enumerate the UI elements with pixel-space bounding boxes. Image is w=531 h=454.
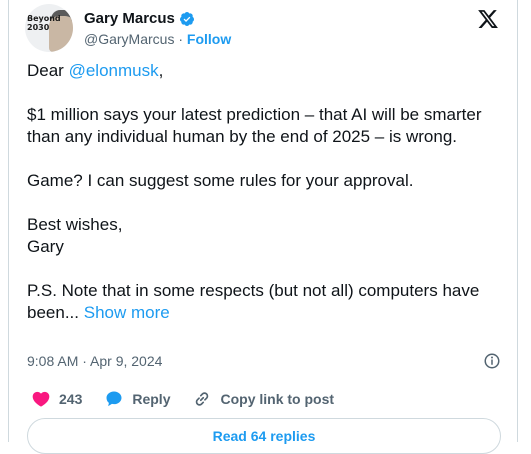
verified-badge-icon xyxy=(179,11,194,26)
timestamp[interactable]: 9:08 AM · Apr 9, 2024 xyxy=(27,353,162,369)
handle-row: @GaryMarcus · Follow xyxy=(84,31,231,47)
author-name[interactable]: Gary Marcus xyxy=(84,10,175,27)
copy-link-button[interactable]: Copy link to post xyxy=(192,389,334,409)
paragraph-1: $1 million says your latest prediction –… xyxy=(27,105,482,146)
greeting-prefix: Dear xyxy=(27,61,69,80)
avatar-text: Beyond 2030 xyxy=(27,14,61,32)
signoff-line-1: Best wishes, xyxy=(27,215,123,234)
x-logo-icon[interactable] xyxy=(477,8,499,30)
follow-button[interactable]: Follow xyxy=(187,31,231,47)
like-button[interactable]: 243 xyxy=(31,389,82,409)
reply-label: Reply xyxy=(132,391,171,407)
author-name-row: Gary Marcus xyxy=(84,10,195,27)
signoff-line-2: Gary xyxy=(27,237,64,256)
action-bar: 243 Reply Copy link to post xyxy=(31,389,356,409)
copy-link-label: Copy link to post xyxy=(220,391,335,407)
greeting-line: Dear @elonmusk, xyxy=(27,60,507,82)
tweet-card: Beyond 2030 Gary Marcus @GaryMarcus · Fo… xyxy=(8,0,518,454)
greeting-suffix: , xyxy=(158,61,164,80)
read-replies-button[interactable]: Read 64 replies xyxy=(27,418,501,454)
author-handle[interactable]: @GaryMarcus xyxy=(84,31,174,47)
paragraph-2: Game? I can suggest some rules for your … xyxy=(27,171,414,190)
heart-icon xyxy=(32,391,50,407)
reply-bubble-icon xyxy=(106,391,122,407)
like-count: 243 xyxy=(59,391,83,407)
tweet-text: Dear @elonmusk, $1 million says your lat… xyxy=(27,60,507,346)
paragraph-ps: P.S. Note that in some respects (but not… xyxy=(27,280,507,324)
signoff: Best wishes, Gary xyxy=(27,214,507,258)
tweet-header: Beyond 2030 Gary Marcus @GaryMarcus · Fo… xyxy=(23,4,503,52)
separator: · xyxy=(178,31,184,47)
avatar[interactable]: Beyond 2030 xyxy=(25,4,73,52)
show-more-link[interactable]: Show more xyxy=(84,303,170,322)
reply-button[interactable]: Reply xyxy=(104,389,170,409)
link-icon xyxy=(196,392,209,406)
info-icon[interactable] xyxy=(483,352,501,370)
mention-link[interactable]: @elonmusk xyxy=(69,61,159,80)
